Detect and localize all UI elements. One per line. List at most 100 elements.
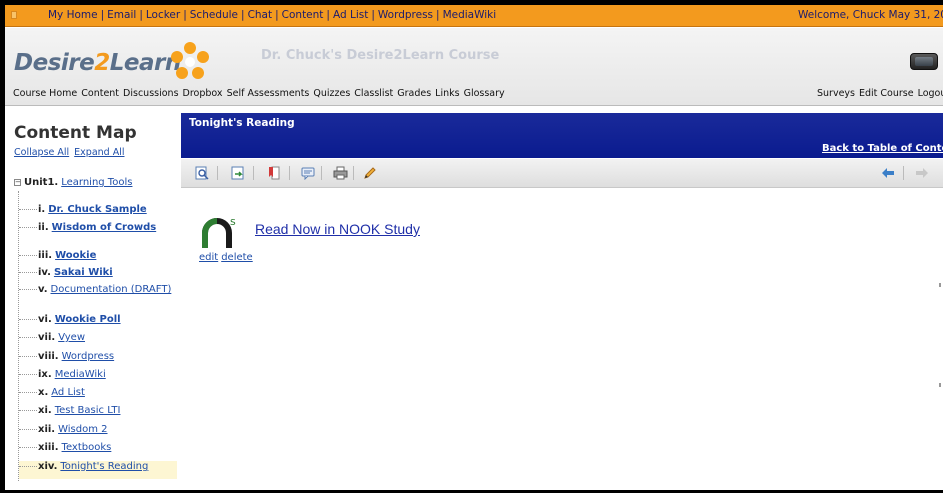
content-map-item[interactable]: iv. Sakai Wiki <box>19 267 177 285</box>
desire2learn-logo[interactable]: Desire2Learn <box>14 50 181 76</box>
content-map-item-link[interactable]: MediaWiki <box>55 369 106 380</box>
content-map-item-number: vii. <box>38 332 56 343</box>
nav-links[interactable]: Links <box>435 88 459 99</box>
expand-all-link[interactable]: Expand All <box>74 147 124 158</box>
top-link-wordpress[interactable]: Wordpress <box>378 9 433 21</box>
topic-title: Tonight's Reading <box>189 117 295 129</box>
next-arrow-icon[interactable] <box>913 164 931 182</box>
main-content: Tonight's Reading Back to Table of Conte… <box>181 107 943 490</box>
bookmark-icon[interactable] <box>265 164 283 182</box>
top-links: My Home | Email | Locker | Schedule | Chat | Conte… <box>48 9 497 21</box>
preview-icon[interactable] <box>193 164 211 182</box>
content-map-item[interactable]: x. Ad List <box>19 387 177 405</box>
top-link-my-home[interactable]: My Home <box>48 9 98 21</box>
unit-link[interactable]: Learning Tools <box>61 177 132 188</box>
header-toggle-button[interactable] <box>910 53 938 70</box>
toolbar-separator <box>903 166 904 180</box>
tree-connector <box>19 447 37 448</box>
top-link-locker[interactable]: Locker <box>146 9 180 21</box>
browser-frame: My Home | Email | Locker | Schedule | Chat | Conte… <box>5 5 943 490</box>
content-map-item[interactable]: ii. Wisdom of Crowds <box>19 222 177 250</box>
content-map-item-number: iv. <box>38 267 51 278</box>
nav-dropbox[interactable]: Dropbox <box>183 88 223 99</box>
content-map-item-link[interactable]: Wookie <box>55 250 96 261</box>
content-map-item[interactable]: xiii. Textbooks <box>19 442 177 460</box>
nav-edit-course[interactable]: Edit Course <box>859 88 914 99</box>
previous-arrow-icon[interactable] <box>879 164 897 182</box>
top-link-content[interactable]: Content <box>282 9 324 21</box>
toolbar-separator <box>217 166 218 180</box>
content-map-item[interactable]: vii. Vyew <box>19 332 177 350</box>
content-map-item[interactable]: xiv. Tonight's Reading <box>19 461 177 479</box>
collapse-minus-icon[interactable]: − <box>14 179 21 186</box>
edit-pencil-icon[interactable] <box>361 164 379 182</box>
scroll-marker <box>939 283 941 287</box>
content-map-item-number: viii. <box>38 351 59 362</box>
back-to-toc-link[interactable]: Back to Table of Contents <box>822 143 943 154</box>
delete-link[interactable]: delete <box>221 252 253 263</box>
top-link-schedule[interactable]: Schedule <box>190 9 238 21</box>
content-map-item-text: ix. MediaWiki <box>38 369 176 380</box>
content-map-item-link[interactable]: Wookie Poll <box>55 314 121 325</box>
content-map-item-link[interactable]: Documentation (DRAFT) <box>51 284 172 295</box>
tree-connector <box>19 410 37 411</box>
content-map-item[interactable]: i. Dr. Chuck Sample <box>19 204 177 222</box>
tree-connector <box>19 209 37 210</box>
tree-connector <box>19 289 37 290</box>
content-map-item[interactable]: ix. MediaWiki <box>19 369 177 387</box>
print-icon[interactable] <box>331 164 349 182</box>
comment-icon[interactable] <box>299 164 317 182</box>
nav-classlist[interactable]: Classlist <box>354 88 393 99</box>
grip-icon <box>11 11 17 19</box>
content-map-item-link[interactable]: Dr. Chuck Sample <box>48 204 146 215</box>
top-link-chat[interactable]: Chat <box>248 9 273 21</box>
nav-surveys[interactable]: Surveys <box>817 88 855 99</box>
tree-connector <box>19 392 37 393</box>
content-map-item-link[interactable]: Vyew <box>58 332 85 343</box>
top-link-mediawiki[interactable]: MediaWiki <box>443 9 497 21</box>
nav-content[interactable]: Content <box>81 88 119 99</box>
content-map-item[interactable]: iii. Wookie <box>19 250 177 268</box>
top-link-ad-list[interactable]: Ad List <box>333 9 368 21</box>
tree-connector <box>19 227 37 228</box>
content-map-item-text: v. Documentation (DRAFT) <box>38 284 176 295</box>
scroll-marker <box>939 383 941 387</box>
tree-connector <box>19 429 37 430</box>
toolbar-separator <box>321 166 322 180</box>
content-map-item-text: x. Ad List <box>38 387 176 398</box>
nav-course-home[interactable]: Course Home <box>13 88 77 99</box>
content-map-item[interactable]: vi. Wookie Poll <box>19 314 177 332</box>
nav-quizzes[interactable]: Quizzes <box>313 88 350 99</box>
content-map-item-link[interactable]: Textbooks <box>62 442 112 453</box>
toolbar-separator <box>353 166 354 180</box>
refresh-icon[interactable] <box>229 164 247 182</box>
content-map-item-text: xi. Test Basic LTI <box>38 405 176 416</box>
content-map-item-text: vi. Wookie Poll <box>38 314 176 325</box>
content-map-item[interactable]: v. Documentation (DRAFT) <box>19 284 177 314</box>
topic-toolbar <box>181 159 943 188</box>
content-map-item[interactable]: xii. Wisdom 2 <box>19 424 177 442</box>
content-map-item-link[interactable]: Ad List <box>51 387 85 398</box>
nav-self-assessments[interactable]: Self Assessments <box>227 88 310 99</box>
content-map-item-link[interactable]: Sakai Wiki <box>54 267 113 278</box>
content-map-item-link[interactable]: Wisdom 2 <box>58 424 107 435</box>
content-map-item[interactable]: viii. Wordpress <box>19 351 177 369</box>
read-now-nook-link[interactable]: Read Now in NOOK Study <box>255 221 420 237</box>
content-map-item-link[interactable]: Wisdom of Crowds <box>52 222 157 233</box>
content-map-item-link[interactable]: Test Basic LTI <box>55 405 121 416</box>
collapse-all-link[interactable]: Collapse All <box>14 147 69 158</box>
edit-link[interactable]: edit <box>199 252 218 263</box>
welcome-text: Welcome, Chuck May 31, 2011 <box>798 9 943 21</box>
tree-connector <box>19 337 37 338</box>
nav-grades[interactable]: Grades <box>397 88 431 99</box>
svg-text:s: s <box>230 215 236 228</box>
content-map-item-link[interactable]: Wordpress <box>62 351 115 362</box>
content-map-item[interactable]: xi. Test Basic LTI <box>19 405 177 423</box>
nav-logout[interactable]: Logout <box>918 88 943 99</box>
top-link-email[interactable]: Email <box>107 9 136 21</box>
content-map-item-link[interactable]: Tonight's Reading <box>60 461 148 472</box>
nav-glossary[interactable]: Glossary <box>464 88 505 99</box>
content-map-item-text: xii. Wisdom 2 <box>38 424 176 435</box>
content-map-item-text: i. Dr. Chuck Sample <box>38 204 176 215</box>
nav-discussions[interactable]: Discussions <box>123 88 178 99</box>
